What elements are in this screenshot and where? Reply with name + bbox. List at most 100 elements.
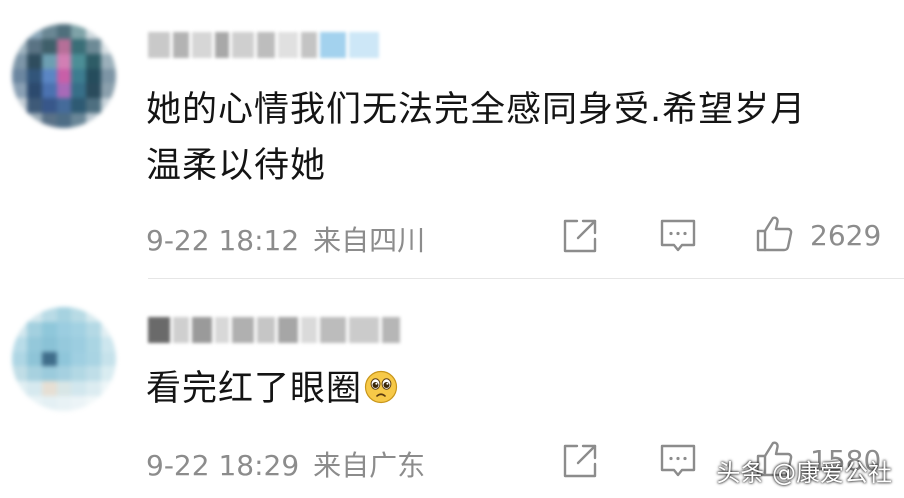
avatar-pixel [12,24,27,39]
comment-location: 来自广东 [313,449,426,482]
avatar-pixel [86,396,102,411]
like-count: 2629 [810,219,882,252]
avatar-pixel [101,307,116,322]
comment-location: 来自四川 [313,224,426,257]
avatar-pixel [101,38,116,54]
avatar-pixel [71,68,87,84]
avatar-pixel [12,336,27,352]
avatar-pixel [56,53,72,69]
avatar-pixel [41,98,57,114]
avatar-pixel [71,321,87,337]
share-icon[interactable] [560,216,600,256]
teary-eyes-emoji-icon [364,370,398,404]
avatar-pixel [41,113,57,128]
avatar-pixel [56,351,72,367]
thumbs-up-icon[interactable] [754,214,794,254]
avatar-pixels [12,307,116,411]
username-pixel [192,32,212,58]
username-pixel [148,32,170,58]
avatar-pixel [86,321,102,337]
avatar-pixel [86,307,102,322]
avatar[interactable] [12,307,116,411]
avatar-pixel [41,83,57,99]
avatar-pixel [71,351,87,367]
comment-text-line-2: 温柔以待她 [146,146,327,186]
username-pixel [301,32,317,58]
avatar-pixel [41,307,57,322]
username-pixel [232,317,254,343]
avatar-pixel [26,366,42,382]
username-pixel [320,32,346,58]
avatar-pixel [41,336,57,352]
avatar-pixel [56,98,72,114]
username-pixel [320,317,346,343]
avatar-pixel [56,321,72,337]
avatar-pixel [56,24,72,39]
avatar-pixel [71,366,87,382]
avatar-pixel [101,396,116,411]
avatar-pixel [12,113,27,128]
avatar-pixel [86,83,102,99]
comment-text-line-1: 她的心情我们无法完全感同身受.希望岁月 [146,90,807,130]
avatar-pixel [41,366,57,382]
avatar-pixel [12,396,27,411]
username[interactable] [148,32,379,58]
avatar-pixel [56,307,72,322]
avatar-pixel [101,321,116,337]
avatar-pixel [41,68,57,84]
avatar-pixel [71,336,87,352]
username-pixel [349,32,379,58]
avatar-pixel [12,381,27,397]
username-pixel [215,32,229,58]
avatar-pixel [101,83,116,99]
avatar-pixel [26,24,42,39]
avatar-pixel [71,24,87,39]
avatar-pixel [56,381,72,397]
avatar-pixel [26,381,42,397]
avatar-pixel [12,53,27,69]
avatar-pixel [26,53,42,69]
avatar-pixel [71,307,87,322]
avatar-pixel [86,24,102,39]
avatar-pixel [71,396,87,411]
avatar-pixel [56,38,72,54]
avatar-pixel [26,336,42,352]
avatar-pixel [12,366,27,382]
username[interactable] [148,317,400,343]
avatar-pixel [12,38,27,54]
comment-icon[interactable] [658,441,698,481]
comment-icon[interactable] [658,216,698,256]
avatar-pixel [12,98,27,114]
username-pixel [173,317,189,343]
avatar-pixel [12,68,27,84]
username-pixel [215,317,229,343]
avatar-pixel [26,307,42,322]
watermark: 头条 @康爱公社 [716,459,892,487]
share-icon[interactable] [560,441,600,481]
avatar-pixel [101,24,116,39]
avatar[interactable] [12,24,116,128]
avatar-pixel [12,321,27,337]
avatar-pixel [71,98,87,114]
avatar-pixel [56,83,72,99]
avatar-pixel [12,83,27,99]
avatar-pixels [12,24,116,128]
avatar-pixel [12,307,27,322]
avatar-pixel [101,351,116,367]
username-pixel [278,317,298,343]
avatar-pixel [56,366,72,382]
avatar-pixel [101,53,116,69]
username-pixel [278,32,298,58]
avatar-pixel [101,336,116,352]
avatar-pixel [101,381,116,397]
username-pixel [301,317,317,343]
avatar-pixel [26,113,42,128]
avatar-pixel [86,68,102,84]
avatar-pixel [41,53,57,69]
avatar-pixel [41,381,57,397]
avatar-pixel [56,68,72,84]
comment-text: 看完红了眼圈 [146,361,398,417]
avatar-pixel [86,53,102,69]
comment-date: 9-22 18:29 [146,449,300,482]
avatar-pixel [56,113,72,128]
